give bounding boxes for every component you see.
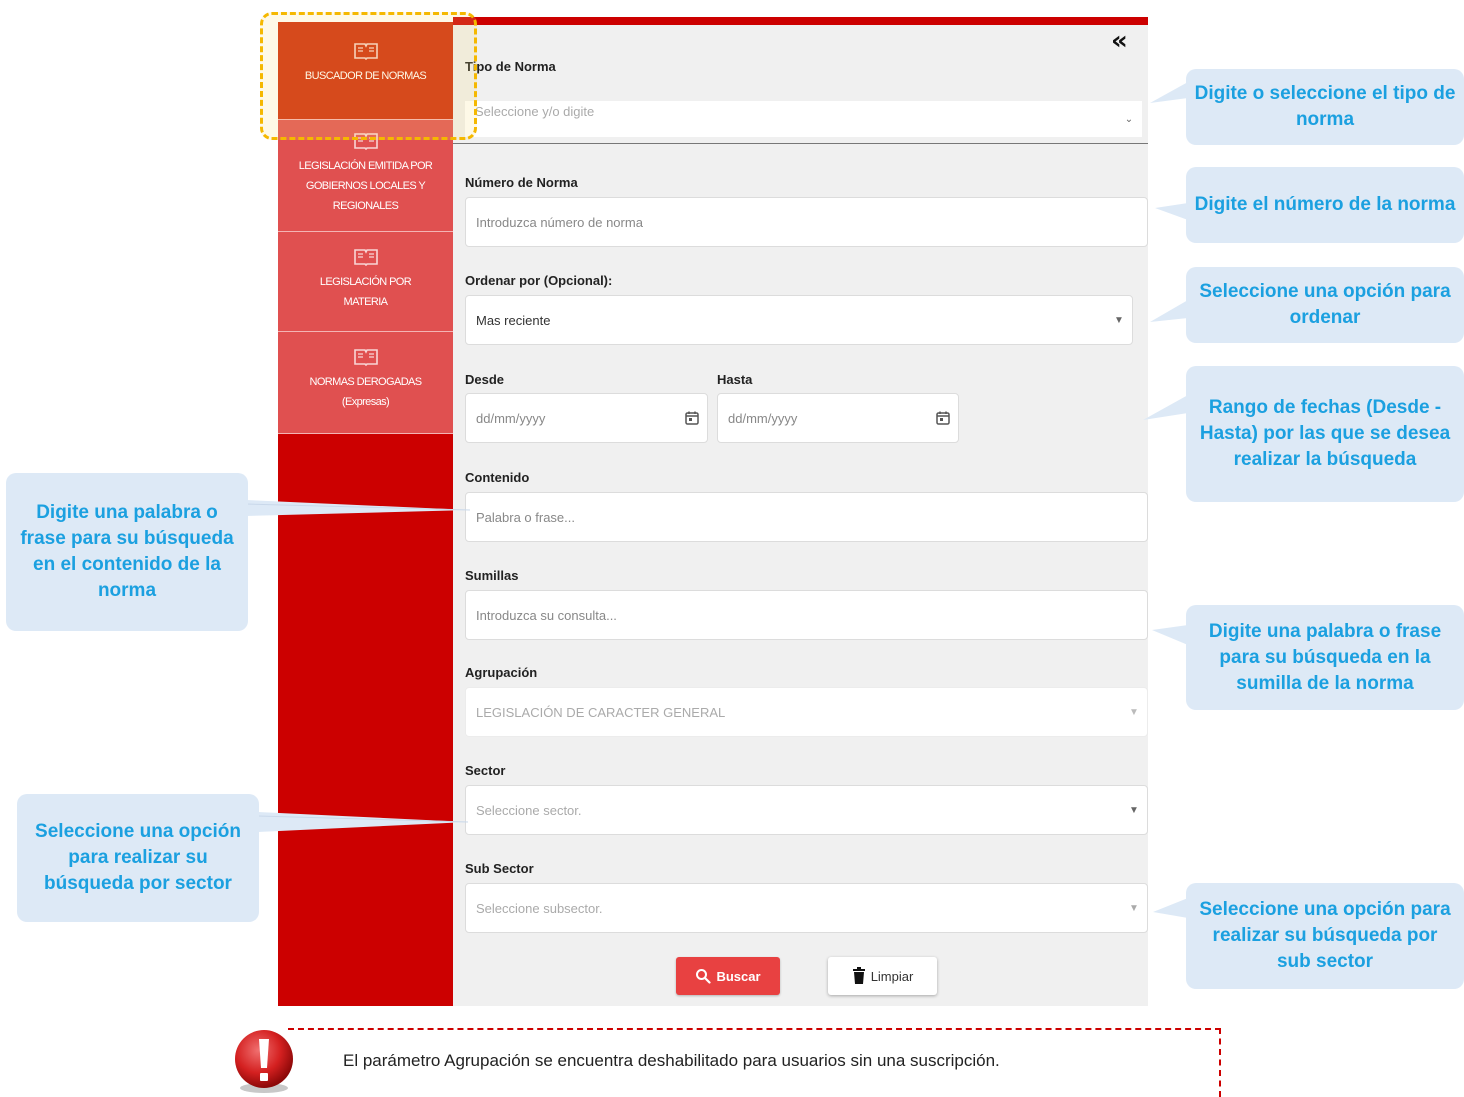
buscar-label: Buscar bbox=[716, 968, 761, 984]
sector-placeholder: Seleccione sector. bbox=[476, 802, 582, 818]
book-icon bbox=[353, 349, 378, 366]
hasta-label: Hasta bbox=[717, 372, 753, 387]
book-icon bbox=[353, 249, 378, 266]
hasta-date-input[interactable]: dd/mm/yyyy bbox=[717, 393, 959, 443]
callout-sumilla: Digite una palabra o frase para su búsqu… bbox=[1186, 605, 1464, 710]
sidebar-item-label: LEGISLACIÓN POR MATERIA bbox=[319, 276, 412, 308]
ordenar-label: Ordenar por (Opcional): bbox=[465, 273, 613, 288]
agrupacion-select: LEGISLACIÓN DE CARACTER GENERAL ▼ bbox=[465, 687, 1148, 737]
calendar-icon[interactable] bbox=[928, 410, 958, 426]
sector-label: Sector bbox=[465, 763, 506, 778]
tail-fechas bbox=[1143, 395, 1188, 420]
sidebar-item-label: LEGISLACIÓN EMITIDA POR GOBIERNOS LOCALE… bbox=[298, 160, 433, 212]
contenido-placeholder: Palabra o frase... bbox=[476, 509, 575, 525]
desde-placeholder: dd/mm/yyyy bbox=[476, 410, 546, 426]
callout-sector: Seleccione una opción para realizar su b… bbox=[17, 794, 259, 922]
numero-norma-input[interactable]: Introduzca número de norma bbox=[465, 197, 1148, 247]
ordenar-select[interactable]: Mas reciente ▼ bbox=[465, 295, 1133, 345]
callout-ordenar: Seleccione una opción para ordenar bbox=[1186, 267, 1464, 343]
sidebar-item-label: NORMAS DEROGADAS (Expresas) bbox=[309, 376, 422, 408]
ordenar-value: Mas reciente bbox=[476, 312, 551, 328]
sector-select[interactable]: Seleccione sector. ▼ bbox=[465, 785, 1148, 835]
sumillas-label: Sumillas bbox=[465, 568, 519, 583]
tail-tipo bbox=[1150, 82, 1188, 103]
callout-fechas: Rango de fechas (Desde - Hasta) por las … bbox=[1186, 366, 1464, 502]
callout-tipo: Digite o seleccione el tipo de norma bbox=[1186, 69, 1464, 145]
divider bbox=[453, 143, 1148, 144]
calendar-icon[interactable] bbox=[677, 410, 707, 426]
numero-norma-label: Número de Norma bbox=[465, 175, 578, 190]
contenido-label: Contenido bbox=[465, 470, 530, 485]
caret-down-icon: ▼ bbox=[1114, 314, 1124, 326]
top-accent-bar bbox=[453, 17, 1148, 25]
highlight-frame bbox=[260, 12, 477, 140]
collapse-icon[interactable]: « bbox=[1111, 26, 1128, 56]
caret-down-icon: ▼ bbox=[1129, 902, 1139, 914]
sumillas-placeholder: Introduzca su consulta... bbox=[476, 607, 617, 623]
tail-sumilla bbox=[1152, 625, 1188, 645]
note-border-right bbox=[1219, 1028, 1221, 1097]
agrupacion-label: Agrupación bbox=[465, 665, 538, 680]
buscar-button[interactable]: Buscar bbox=[676, 957, 780, 995]
caret-down-icon: ▼ bbox=[1129, 804, 1139, 816]
sidebar: BUSCADOR DE NORMAS LEGISLACIÓN EMITIDA P… bbox=[278, 22, 453, 1006]
chevron-down-icon: ⌄ bbox=[1124, 113, 1134, 125]
hasta-placeholder: dd/mm/yyyy bbox=[728, 410, 798, 426]
desde-label: Desde bbox=[465, 372, 505, 387]
caret-down-icon: ▼ bbox=[1129, 706, 1139, 718]
note-text: El parámetro Agrupación se encuentra des… bbox=[343, 1051, 1000, 1070]
callout-numero: Digite el número de la norma bbox=[1186, 167, 1464, 243]
trash-icon bbox=[852, 967, 865, 984]
tail-subsector bbox=[1153, 898, 1188, 918]
numero-norma-placeholder: Introduzca número de norma bbox=[476, 214, 643, 230]
sumillas-input[interactable]: Introduzca su consulta... bbox=[465, 590, 1148, 640]
subsector-placeholder: Seleccione subsector. bbox=[476, 900, 603, 916]
contenido-input[interactable]: Palabra o frase... bbox=[465, 492, 1148, 542]
subsector-label: Sub Sector bbox=[465, 861, 534, 876]
note-border-top bbox=[288, 1028, 1221, 1030]
tipo-norma-placeholder: Seleccione y/o digite bbox=[475, 103, 595, 119]
tail-numero bbox=[1155, 203, 1188, 220]
tipo-norma-label: Tipo de Norma bbox=[465, 59, 556, 74]
subsector-select[interactable]: Seleccione subsector. ▼ bbox=[465, 883, 1148, 933]
desde-date-input[interactable]: dd/mm/yyyy bbox=[465, 393, 708, 443]
callout-subsector: Seleccione una opción para realizar su b… bbox=[1186, 883, 1464, 989]
sidebar-item-derogadas[interactable]: NORMAS DEROGADAS (Expresas) bbox=[278, 332, 453, 434]
search-icon bbox=[696, 969, 712, 984]
sidebar-item-materia[interactable]: LEGISLACIÓN POR MATERIA bbox=[278, 232, 453, 332]
tail-ordenar bbox=[1150, 300, 1188, 322]
callout-contenido: Digite una palabra o frase para su búsqu… bbox=[6, 473, 248, 631]
tipo-norma-select[interactable]: Seleccione y/o digite ⌄ bbox=[465, 101, 1142, 137]
limpiar-label: Limpiar bbox=[870, 968, 914, 984]
alert-icon bbox=[231, 1030, 297, 1097]
limpiar-button[interactable]: Limpiar bbox=[828, 957, 937, 995]
agrupacion-value: LEGISLACIÓN DE CARACTER GENERAL bbox=[476, 704, 726, 720]
